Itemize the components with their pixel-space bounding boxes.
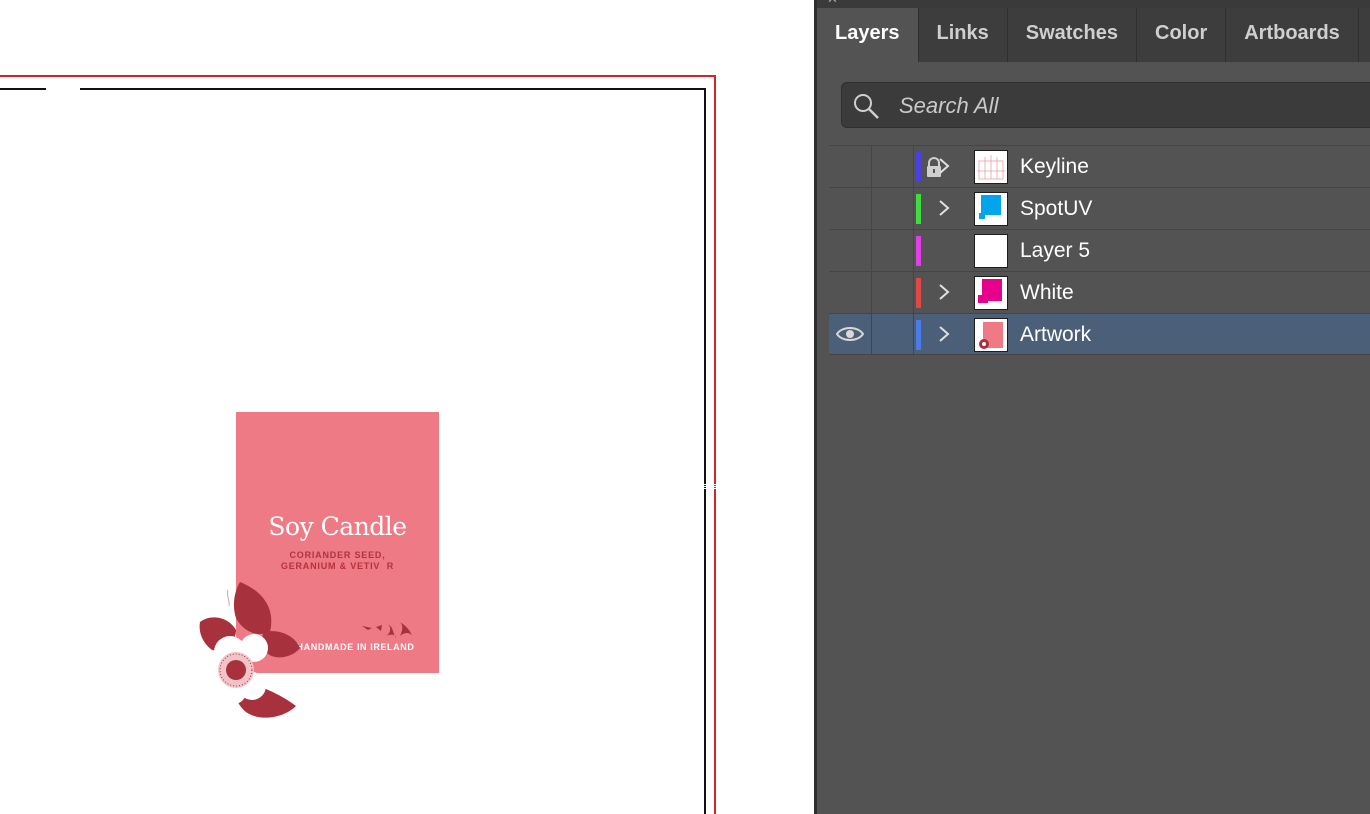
label-subtitle-line-2: GERANIUM & VETIV R <box>280 561 395 571</box>
close-icon[interactable]: ✕ <box>827 0 838 7</box>
layer-name[interactable]: Layer 5 <box>1020 239 1090 263</box>
layers-list: Keyline SpotUV Layer 5 White Artwork <box>829 145 1370 355</box>
layer-search-box[interactable] <box>841 82 1370 128</box>
label-subtitle-line-1: CORIANDER SEED, <box>289 550 386 560</box>
panel-tab-bar: Layers Links Swatches Color Artboards <box>817 8 1370 62</box>
search-input[interactable] <box>897 89 1370 123</box>
eye-icon <box>836 327 864 341</box>
visibility-toggle[interactable] <box>829 272 872 313</box>
layer-thumbnail <box>974 276 1008 310</box>
layer-thumbnail <box>974 192 1008 226</box>
layer-name[interactable]: Keyline <box>1020 155 1089 179</box>
layer-color-swatch <box>916 236 921 266</box>
artboard-canvas[interactable]: Soy Candle CORIANDER SEED, GERANIUM & VE… <box>0 0 814 814</box>
layer-name[interactable]: SpotUV <box>1020 197 1092 221</box>
visibility-toggle[interactable] <box>829 146 872 187</box>
tab-artboards[interactable]: Artboards <box>1226 8 1359 62</box>
layers-panel: ✕ Layers Links Swatches Color Artboards <box>814 0 1370 814</box>
chevron-right-icon[interactable] <box>933 280 955 304</box>
layer-color-swatch <box>916 320 921 350</box>
layer-row-artwork[interactable]: Artwork <box>829 313 1370 355</box>
search-icon <box>854 94 879 119</box>
birds-illustration <box>362 622 412 638</box>
label-title: Soy Candle <box>268 512 407 541</box>
layer-row-layer-5[interactable]: Layer 5 <box>829 229 1370 271</box>
lock-toggle[interactable] <box>871 272 914 313</box>
layer-thumbnail <box>974 150 1008 184</box>
layer-row-keyline[interactable]: Keyline <box>829 145 1370 187</box>
center-guide-mark <box>702 484 718 490</box>
chevron-right-icon[interactable] <box>933 322 955 346</box>
lock-toggle[interactable] <box>871 314 914 355</box>
layer-name[interactable]: Artwork <box>1020 323 1091 347</box>
flower-illustration <box>199 582 300 718</box>
lock-toggle[interactable] <box>871 230 914 271</box>
layer-thumbnail <box>974 234 1008 268</box>
label-subtitle: CORIANDER SEED, GERANIUM & VETIV R <box>236 550 439 572</box>
lock-toggle[interactable] <box>871 146 941 187</box>
chevron-right-icon[interactable] <box>933 154 955 178</box>
visibility-toggle[interactable] <box>829 230 872 271</box>
layer-color-swatch <box>916 194 921 224</box>
layer-name[interactable]: White <box>1020 281 1074 305</box>
layer-color-swatch <box>916 278 921 308</box>
visibility-toggle[interactable] <box>829 188 872 229</box>
layer-color-swatch <box>916 152 921 182</box>
tab-swatches[interactable]: Swatches <box>1008 8 1138 62</box>
tab-color[interactable]: Color <box>1137 8 1227 62</box>
chevron-right-icon[interactable] <box>933 196 955 220</box>
trim-line-gap <box>46 86 80 91</box>
tab-links[interactable]: Links <box>919 8 1008 62</box>
visibility-toggle[interactable] <box>829 314 872 355</box>
layer-row-spotuv[interactable]: SpotUV <box>829 187 1370 229</box>
lock-toggle[interactable] <box>871 188 914 229</box>
layer-thumbnail <box>974 318 1008 352</box>
panel-header-bar: ✕ <box>817 0 1370 8</box>
tab-layers[interactable]: Layers <box>817 8 919 62</box>
layer-row-white[interactable]: White <box>829 271 1370 313</box>
